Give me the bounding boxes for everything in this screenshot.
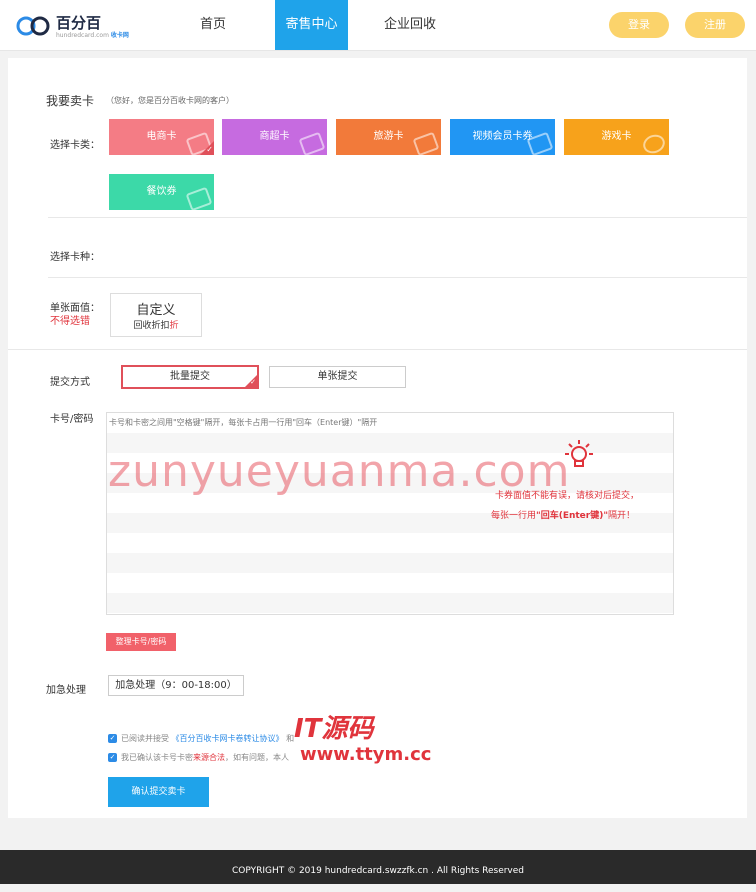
category-card-label: 旅游卡 — [373, 131, 404, 142]
agreement-checkbox[interactable]: ✓ — [108, 734, 117, 743]
batch-submit-option[interactable]: 批量提交 ✓ — [121, 365, 259, 389]
check-icon: ✓ — [250, 378, 256, 386]
submit-method-label: 提交方式 — [50, 377, 90, 388]
urgent-processing-button[interactable]: 加急处理（9：00-18:00） — [108, 675, 244, 696]
tidy-card-button[interactable]: 整理卡号/密码 — [106, 633, 176, 651]
category-card-label: 游戏卡 — [601, 131, 632, 142]
custom-face-value-option[interactable]: 自定义 回收折扣折 — [110, 293, 202, 337]
section-subtitle: （您好，您是百分百收卡网的客户） — [106, 96, 234, 105]
check-icon: ✓ — [206, 145, 213, 154]
logo-subtext: hundredcard.com 收卡网 — [56, 32, 129, 39]
category-card-label: 电商卡 — [146, 131, 177, 142]
category-card-dining[interactable]: 餐饮券 — [109, 174, 214, 210]
nav-consignment-center[interactable]: 寄售中心 — [275, 0, 348, 50]
watermark-url: www.ttym.cc — [300, 744, 432, 765]
agreement-link[interactable]: 《百分百收卡网卡卷转让协议》 — [172, 734, 284, 743]
legal-source-text: 我已确认该卡号卡密来源合法，如有问题，本人 — [121, 753, 289, 762]
section-title: 我要卖卡 — [46, 94, 95, 108]
divider — [48, 217, 747, 218]
custom-option-subtitle: 回收折扣折 — [133, 321, 179, 331]
category-card-label: 商超卡 — [259, 131, 290, 142]
card-password-label: 卡号/密码 — [50, 414, 94, 425]
copyright-text: COPYRIGHT © 2019 hundredcard.swzzfk.cn .… — [231, 866, 525, 876]
divider — [8, 349, 747, 350]
site-logo[interactable]: 百分百 hundredcard.com 收卡网 — [16, 12, 129, 40]
register-button[interactable]: 注册 — [685, 12, 745, 38]
agreement-text: 已阅读并接受 《百分百收卡网卡卷转让协议》 和 — [121, 734, 295, 743]
custom-option-title: 自定义 — [136, 303, 176, 318]
nav-enterprise-recycling[interactable]: 企业回收 — [380, 0, 440, 50]
category-card-travel[interactable]: 旅游卡 — [336, 119, 441, 155]
card-decoration-icon — [298, 131, 326, 155]
category-card-game[interactable]: 游戏卡 — [564, 119, 669, 155]
category-card-label: 视频会员卡券 — [472, 131, 533, 142]
footer: COPYRIGHT © 2019 hundredcard.swzzfk.cn .… — [0, 850, 756, 884]
category-card-supermarket[interactable]: 商超卡 — [222, 119, 327, 155]
batch-submit-label: 批量提交 — [170, 371, 210, 382]
divider — [48, 277, 747, 278]
category-label: 选择卡类： — [50, 140, 100, 151]
category-card-ecommerce[interactable]: 电商卡 ✓ — [109, 119, 214, 155]
textarea-placeholder: 卡号和卡密之间用"空格键"隔开，每张卡占用一行用"回车（Enter键）"隔开 — [109, 418, 378, 427]
urgent-label: 加急处理 — [46, 685, 86, 696]
top-navigation-bar: 百分百 hundredcard.com 收卡网 首页 寄售中心 企业回收 登录 … — [0, 0, 756, 51]
face-value-warning: 不得选错 — [50, 316, 90, 327]
dining-icon — [185, 186, 213, 210]
tip-line-2: 每张一行用"回车(Enter键)"隔开！ — [491, 511, 636, 521]
login-button[interactable]: 登录 — [609, 12, 669, 38]
single-submit-option[interactable]: 单张提交 — [269, 366, 406, 388]
sell-card-panel: 我要卖卡 （您好，您是百分百收卡网的客户） 选择卡类： 电商卡 ✓ 商超卡 旅游… — [8, 58, 747, 818]
logo-icon — [16, 16, 50, 36]
category-card-video-membership[interactable]: 视频会员卡券 — [450, 119, 555, 155]
category-card-label: 餐饮券 — [146, 186, 177, 197]
card-type-label: 选择卡种： — [50, 252, 100, 263]
legal-source-checkbox[interactable]: ✓ — [108, 753, 117, 762]
card-password-textarea[interactable]: 卡号和卡密之间用"空格键"隔开，每张卡占用一行用"回车（Enter键）"隔开 卡… — [106, 412, 674, 615]
gamepad-icon — [640, 131, 668, 155]
watermark-brand: IT源码 — [294, 714, 374, 744]
watermark-text: zunyueyuanma.com — [108, 446, 571, 497]
nav-home[interactable]: 首页 — [190, 0, 236, 50]
confirm-submit-button[interactable]: 确认提交卖卡 — [108, 777, 209, 807]
palm-tree-icon — [412, 131, 440, 155]
